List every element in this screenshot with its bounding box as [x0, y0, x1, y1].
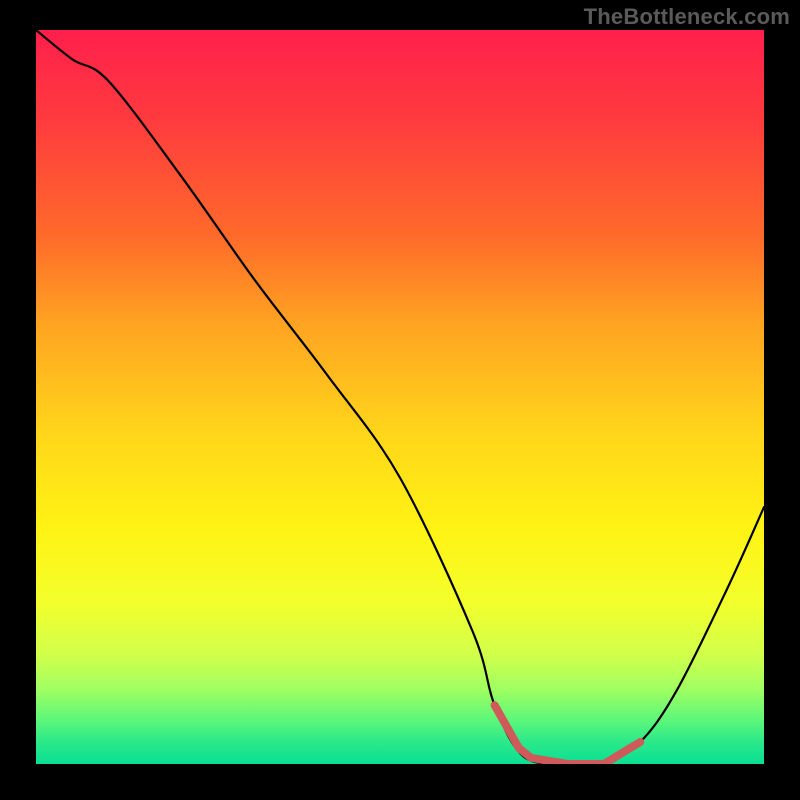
- chart-frame: TheBottleneck.com: [0, 0, 800, 800]
- bottleneck-curve-svg: [36, 30, 764, 764]
- plot-area: [36, 30, 764, 764]
- watermark-text: TheBottleneck.com: [584, 4, 790, 30]
- bottleneck-curve-line: [36, 30, 764, 764]
- optimal-range-highlight: [495, 705, 641, 764]
